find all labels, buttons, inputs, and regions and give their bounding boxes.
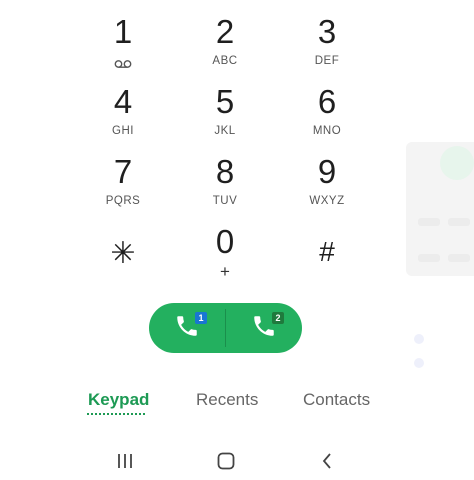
key-digit: 5 [215,83,235,120]
key-hash[interactable]: # [277,222,377,288]
key-4[interactable]: 4 GHI [73,82,173,148]
key-digit: ✳ [110,237,136,270]
call-buttons: 1 2 [149,303,302,353]
key-3[interactable]: 3 DEF [277,12,377,78]
key-7[interactable]: 7 PQRS [73,152,173,218]
key-0[interactable]: 0 + [175,222,275,288]
key-letters: PQRS [105,195,141,207]
home-icon[interactable] [211,446,241,476]
key-letters: JKL [214,125,236,137]
background-panel [406,142,474,276]
tab-contacts[interactable]: Contacts [303,390,370,410]
key-plus: + [220,262,230,281]
background-bar [418,218,440,226]
recent-apps-icon[interactable] [110,446,140,476]
key-digit: 0 [215,223,235,260]
key-letters: WXYZ [309,195,345,207]
call-sim1-button[interactable]: 1 [149,303,225,353]
key-digit: 8 [215,153,235,190]
key-letters: GHI [112,125,134,137]
key-8[interactable]: 8 TUV [175,152,275,218]
key-6[interactable]: 6 MNO [277,82,377,148]
system-navigation-bar [0,440,474,480]
key-digit: 9 [317,153,337,190]
voicemail-icon [114,56,132,74]
key-digit: 6 [317,83,337,120]
key-digit: # [319,236,335,267]
tab-active-indicator [87,413,145,415]
key-digit: 2 [215,13,235,50]
tab-keypad[interactable]: Keypad [88,390,149,410]
tab-recents[interactable]: Recents [196,390,258,410]
key-2[interactable]: 2 ABC [175,12,275,78]
key-star[interactable]: ✳ [73,222,173,288]
background-dot [414,358,424,368]
sim2-badge: 2 [272,312,284,324]
call-sim2-button[interactable]: 2 [226,303,302,353]
key-5[interactable]: 5 JKL [175,82,275,148]
key-9[interactable]: 9 WXYZ [277,152,377,218]
key-letters: MNO [312,125,342,137]
key-letters: ABC [212,55,238,67]
background-bar [448,218,470,226]
back-icon[interactable] [312,446,342,476]
bottom-tabs: Keypad Recents Contacts [0,390,474,420]
key-letters: TUV [212,195,238,207]
key-digit: 3 [317,13,337,50]
background-bar [448,254,470,262]
background-dot [414,334,424,344]
sim1-badge: 1 [195,312,207,324]
key-digit: 4 [113,83,133,120]
background-bar [418,254,440,262]
key-digit: 7 [113,153,133,190]
background-circle [440,146,474,180]
key-letters: DEF [314,55,340,67]
key-1[interactable]: 1 [73,12,173,78]
dial-keypad: 1 2 ABC 3 DEF 4 GHI 5 JKL 6 MNO 7 PQRS 8… [71,12,378,292]
key-digit: 1 [113,13,133,50]
